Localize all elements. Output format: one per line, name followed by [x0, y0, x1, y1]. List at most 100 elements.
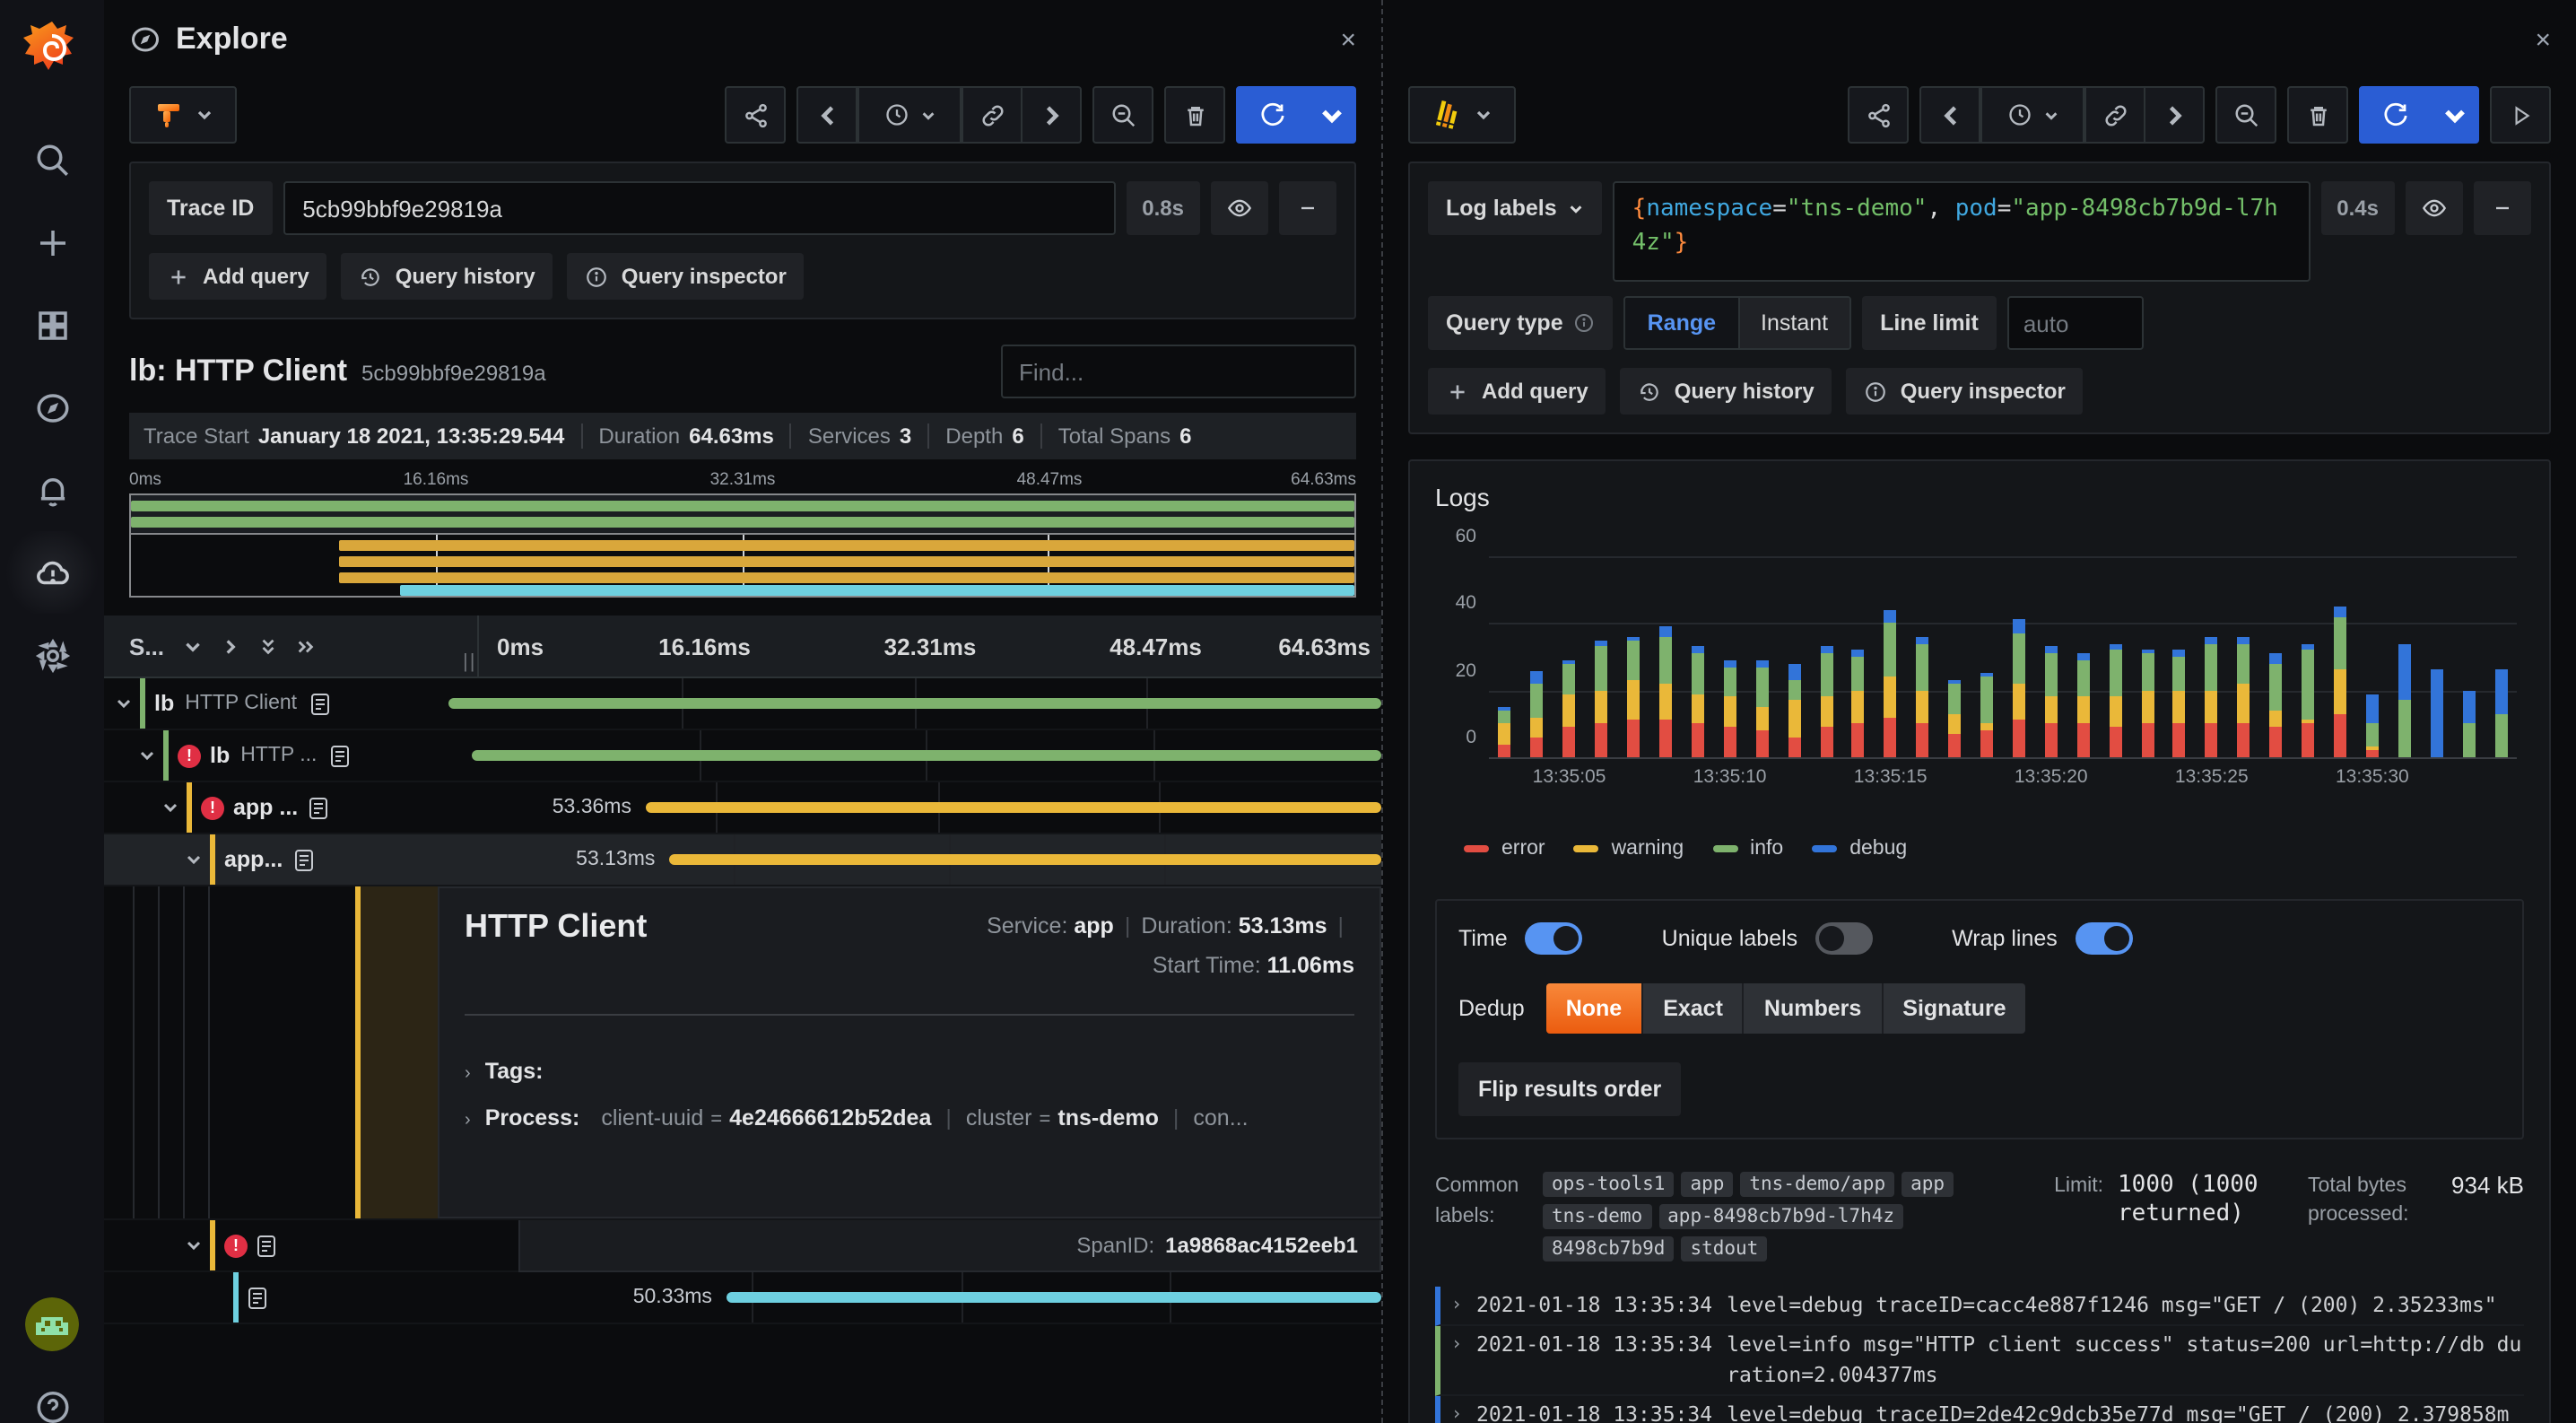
trace-minimap[interactable]: 0ms16.16ms32.31ms48.47ms64.63ms: [129, 470, 1356, 598]
query-inspector-button[interactable]: Query inspector: [1847, 368, 2084, 415]
histogram-bar[interactable]: [2013, 620, 2025, 757]
dedup-option-exact[interactable]: Exact: [1641, 983, 1743, 1034]
histogram-bar[interactable]: [1531, 670, 1544, 757]
histogram-bar[interactable]: [2269, 653, 2282, 757]
histogram-bar[interactable]: [2334, 607, 2346, 757]
span-logs-icon[interactable]: [248, 1286, 267, 1309]
query-inspector-button[interactable]: Query inspector: [568, 253, 805, 300]
chevron-down-icon[interactable]: [185, 851, 203, 869]
grafana-logo[interactable]: [22, 18, 83, 79]
span-logs-icon[interactable]: [309, 796, 328, 819]
histogram-bar[interactable]: [1659, 626, 1672, 757]
histogram-bar[interactable]: [2302, 643, 2314, 757]
span-row[interactable]: lb HTTP Client: [104, 678, 1381, 730]
live-tail-play-button[interactable]: [2490, 86, 2551, 144]
span-duration-bar[interactable]: [669, 854, 1381, 865]
span-duration-bar[interactable]: [448, 698, 1381, 709]
span-row[interactable]: ! lb HTTP ...: [104, 730, 1381, 782]
datasource-picker-loki[interactable]: [1408, 86, 1516, 144]
query-history-button[interactable]: Query history: [1621, 368, 1832, 415]
toggle-visibility-eye-button[interactable]: [1211, 181, 1268, 235]
settings-gear-icon[interactable]: [0, 614, 104, 696]
span-process-row[interactable]: ›Process:client-uuid=4e24666612b52dea|cl…: [465, 1105, 1354, 1131]
histogram-bar[interactable]: [1692, 647, 1704, 757]
explore-compass-icon[interactable]: [0, 366, 104, 449]
share-shortened-link-button[interactable]: [725, 86, 786, 144]
user-avatar[interactable]: [25, 1297, 79, 1351]
chevron-down-icon[interactable]: [115, 694, 133, 712]
trace-id-input[interactable]: 5cb99bbf9e29819a: [283, 181, 1115, 235]
share-shortened-link-button[interactable]: [1848, 86, 1909, 144]
close-left-pane-icon[interactable]: ×: [1340, 26, 1356, 53]
chevron-down-icon[interactable]: [138, 746, 156, 764]
toggle-time[interactable]: [1526, 922, 1583, 955]
log-labels-button[interactable]: Log labels: [1428, 181, 1602, 235]
run-query-dropdown-button[interactable]: [2431, 86, 2479, 144]
time-back-button[interactable]: [1919, 86, 1980, 144]
logs-histogram[interactable]: 020406013:35:0513:35:1013:35:1513:35:201…: [1435, 558, 2524, 791]
histogram-bar[interactable]: [1563, 660, 1576, 757]
time-forward-button[interactable]: [2145, 86, 2205, 144]
column-resize-handle[interactable]: ||: [463, 651, 477, 677]
alerting-bell-icon[interactable]: [0, 449, 104, 531]
time-picker-button[interactable]: [1980, 86, 2084, 144]
histogram-bar[interactable]: [1916, 637, 1928, 757]
histogram-bar[interactable]: [1980, 674, 1993, 757]
query-type-option-instant[interactable]: Instant: [1737, 298, 1849, 348]
dedup-option-none[interactable]: None: [1546, 983, 1642, 1034]
collapse-all-icon[interactable]: [257, 636, 277, 656]
histogram-bar[interactable]: [2077, 653, 2090, 757]
histogram-bar[interactable]: [2366, 694, 2379, 757]
chevron-down-icon[interactable]: [161, 799, 179, 816]
histogram-bar[interactable]: [2430, 670, 2442, 757]
collapse-one-icon[interactable]: [182, 636, 202, 656]
span-duration-bar[interactable]: [646, 802, 1381, 813]
chevron-down-icon[interactable]: [185, 1236, 203, 1254]
sync-times-link-button[interactable]: [962, 86, 1023, 144]
close-right-pane-icon[interactable]: ×: [2535, 26, 2551, 53]
expand-log-row-icon[interactable]: ›: [1451, 1290, 1476, 1321]
legend-item-info[interactable]: info: [1712, 838, 1783, 860]
histogram-bar[interactable]: [1499, 707, 1511, 757]
legend-item-error[interactable]: error: [1464, 838, 1545, 860]
expand-all-icon[interactable]: [295, 636, 315, 656]
span-duration-bar[interactable]: [472, 750, 1381, 761]
clear-all-trash-button[interactable]: [2287, 86, 2348, 144]
remove-query-button[interactable]: [2474, 181, 2531, 235]
histogram-bar[interactable]: [2462, 690, 2475, 757]
histogram-bar[interactable]: [1595, 640, 1607, 757]
span-row[interactable]: ! app ... 53.36ms: [104, 782, 1381, 834]
expand-one-icon[interactable]: [220, 636, 239, 656]
span-logs-icon[interactable]: [293, 848, 313, 871]
span-row[interactable]: ! SpanID:1a9868ac4152eeb1: [104, 1220, 1381, 1272]
expand-log-row-icon[interactable]: ›: [1451, 1400, 1476, 1423]
time-back-button[interactable]: [796, 86, 857, 144]
run-query-button[interactable]: [2359, 86, 2431, 144]
sync-times-link-button[interactable]: [2084, 86, 2145, 144]
query-history-button[interactable]: Query history: [342, 253, 553, 300]
toggle-wrap-lines[interactable]: [2076, 922, 2133, 955]
run-query-dropdown-button[interactable]: [1308, 86, 1356, 144]
cloud-alert-icon[interactable]: [0, 531, 104, 614]
remove-query-button[interactable]: [1279, 181, 1336, 235]
histogram-bar[interactable]: [2494, 670, 2507, 757]
run-query-button[interactable]: [1236, 86, 1308, 144]
time-forward-button[interactable]: [1023, 86, 1082, 144]
histogram-bar[interactable]: [2045, 647, 2058, 757]
clear-all-trash-button[interactable]: [1164, 86, 1225, 144]
toggle-visibility-eye-button[interactable]: [2406, 181, 2463, 235]
span-logs-icon[interactable]: [309, 692, 329, 715]
zoom-out-button[interactable]: [1092, 86, 1153, 144]
datasource-picker-tempo[interactable]: [129, 86, 237, 144]
histogram-bar[interactable]: [1724, 660, 1736, 757]
dashboards-icon[interactable]: [0, 284, 104, 366]
span-tags-row[interactable]: ›Tags:: [465, 1059, 1354, 1084]
line-limit-input[interactable]: auto: [2007, 296, 2144, 350]
histogram-bar[interactable]: [1627, 637, 1640, 757]
search-icon[interactable]: [0, 118, 104, 201]
histogram-bar[interactable]: [1755, 660, 1768, 757]
add-query-button[interactable]: Add query: [149, 253, 327, 300]
span-row[interactable]: 50.33ms: [104, 1272, 1381, 1324]
log-row[interactable]: › 2021-01-18 13:35:34 level=debug traceI…: [1435, 1396, 2524, 1423]
histogram-bar[interactable]: [2206, 637, 2218, 757]
